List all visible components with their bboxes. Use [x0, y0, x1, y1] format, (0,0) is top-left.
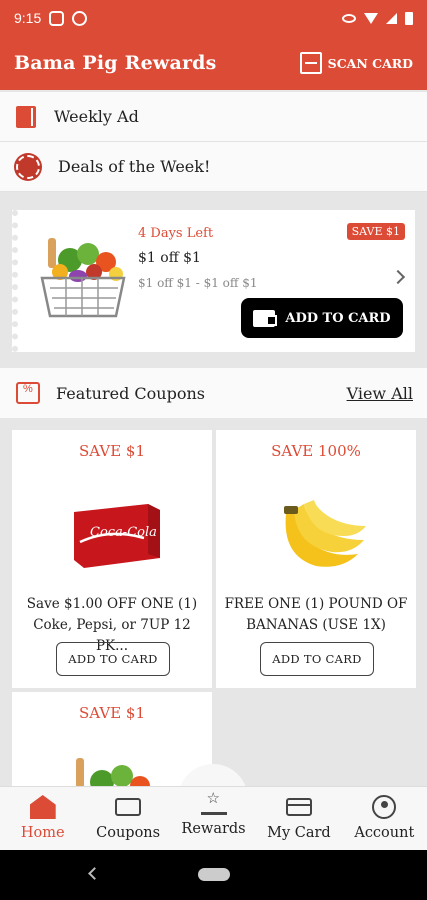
deals-of-week-label: Deals of the Week! — [58, 157, 211, 176]
battery-icon — [405, 11, 413, 25]
add-to-card-button[interactable]: ADD TO CARD — [260, 642, 374, 676]
status-bar: 9:15 — [0, 0, 427, 36]
add-to-card-button[interactable]: ADD TO CARD — [56, 642, 170, 676]
signal-icon — [386, 12, 397, 24]
deal-subtitle: $1 off $1 - $1 off $1 — [138, 276, 258, 290]
app-bar: Bama Pig Rewards SCAN CARD — [0, 36, 427, 90]
bottom-nav: Home Coupons Rewards My Card Account — [0, 786, 427, 850]
nav-home[interactable]: Home — [0, 787, 85, 850]
featured-coupons-header: Featured Coupons View All — [0, 368, 427, 418]
coupon-scissors-icon — [16, 382, 40, 404]
weekly-ad-link[interactable]: Weekly Ad — [0, 92, 427, 142]
app-title: Bama Pig Rewards — [14, 52, 217, 74]
notification-icon — [72, 10, 88, 26]
featured-coupons-title: Featured Coupons — [56, 383, 205, 403]
days-left: 4 Days Left — [138, 226, 214, 241]
nav-my-card-label: My Card — [267, 825, 331, 841]
scan-card-button[interactable]: SCAN CARD — [299, 52, 413, 74]
grocery-basket-image — [40, 238, 126, 318]
back-icon[interactable] — [88, 867, 101, 880]
nav-account-label: Account — [354, 825, 415, 841]
coupon-tile[interactable]: SAVE $1 Coca-Cola Save $1.00 OFF ONE (1)… — [12, 430, 212, 688]
add-to-card-button[interactable]: ADD TO CARD — [241, 298, 403, 338]
bananas-image — [284, 500, 366, 567]
coke-pack-image: Coca-Cola — [74, 504, 160, 568]
view-all-link[interactable]: View All — [347, 384, 413, 403]
nav-rewards-label: Rewards — [181, 821, 246, 837]
coupon-save: SAVE $1 — [79, 704, 145, 722]
card-icon — [285, 798, 312, 816]
chevron-right-icon[interactable] — [390, 269, 406, 285]
add-to-card-label: ADD TO CARD — [285, 310, 391, 326]
coupon-description: FREE ONE (1) POUND OF BANANAS (USE 1X) — [220, 594, 412, 636]
deals-badge-icon — [16, 154, 40, 179]
deal-card[interactable]: 4 Days Left SAVE $1 $1 off $1 $1 off $1 … — [12, 210, 415, 352]
book-icon — [16, 105, 36, 128]
notification-icon — [49, 10, 65, 26]
coupon-description-line: FREE ONE (1) POUND OF — [224, 596, 408, 612]
deal-title: $1 off $1 — [138, 250, 201, 266]
wallet-icon — [253, 309, 278, 327]
home-pill-icon[interactable] — [198, 868, 230, 881]
coupon-description-line: Save $1.00 OFF ONE (1) — [26, 596, 198, 612]
coupon-tile[interactable]: SAVE $1 — [12, 692, 212, 804]
save-badge: SAVE $1 — [346, 223, 405, 240]
wifi-icon — [364, 12, 378, 24]
scan-card-label: SCAN CARD — [327, 55, 413, 71]
nav-my-card[interactable]: My Card — [256, 787, 341, 850]
account-icon — [372, 795, 397, 819]
weekly-ad-label: Weekly Ad — [54, 107, 139, 126]
eye-icon — [342, 13, 356, 23]
deals-of-week-link[interactable]: Deals of the Week! — [0, 142, 427, 192]
coupon-save: SAVE $1 — [79, 442, 145, 460]
system-nav-bar — [0, 850, 427, 900]
coupon-save: SAVE 100% — [271, 442, 361, 460]
nav-coupons[interactable]: Coupons — [85, 787, 170, 850]
status-time: 9:15 — [14, 10, 42, 26]
coupon-description-line: BANANAS (USE 1X) — [246, 617, 386, 633]
nav-home-label: Home — [20, 825, 65, 841]
rewards-icon — [200, 789, 227, 815]
nav-account[interactable]: Account — [342, 787, 427, 850]
svg-text:Coca-Cola: Coca-Cola — [90, 525, 157, 540]
coupons-icon — [115, 798, 142, 816]
nav-coupons-label: Coupons — [96, 825, 161, 841]
coupon-tile[interactable]: SAVE 100% FREE ONE (1) POUND OF BANANAS … — [216, 430, 416, 688]
scan-card-icon — [299, 52, 322, 74]
nav-rewards[interactable]: Rewards — [171, 787, 256, 850]
home-icon — [29, 795, 56, 819]
